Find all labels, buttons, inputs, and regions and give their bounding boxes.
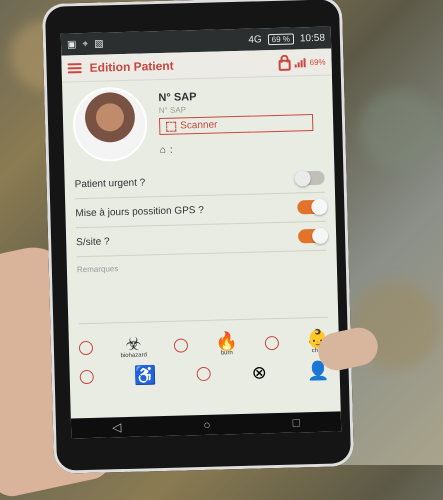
clock: 10:58 bbox=[299, 32, 326, 44]
page-title: Edition Patient bbox=[89, 58, 174, 75]
urgent-label: Patient urgent ? bbox=[74, 176, 146, 190]
background-blur bbox=[360, 90, 440, 170]
location-icon: ⌖ bbox=[82, 38, 89, 50]
sap-input[interactable]: N° SAP bbox=[159, 102, 313, 115]
content: N° SAP N° SAP Scanner ⌂ : Patient urgent… bbox=[62, 76, 340, 393]
hazard-icons-row: ☣ biohazard 🔥 burn 👶 child bbox=[78, 329, 330, 361]
signal-text: 4G bbox=[248, 33, 262, 46]
battery-indicator: 69 % bbox=[267, 33, 295, 45]
urgent-toggle[interactable] bbox=[294, 170, 325, 187]
appbar-right: 69% bbox=[278, 56, 326, 71]
cancel-radio[interactable] bbox=[196, 366, 212, 382]
lock-icon[interactable] bbox=[278, 59, 291, 71]
wheelchair-radio[interactable] bbox=[79, 369, 94, 385]
burn-label: burn bbox=[220, 350, 233, 357]
back-icon[interactable]: ◁ bbox=[112, 420, 122, 434]
home-value: : bbox=[169, 144, 173, 156]
notification-icon: ▣ bbox=[66, 38, 77, 50]
gps-label: Mise à jours possition GPS ? bbox=[75, 204, 204, 219]
scanner-label: Scanner bbox=[180, 119, 218, 132]
biohazard-icon: ☣ bbox=[125, 333, 142, 355]
gps-toggle[interactable] bbox=[297, 198, 328, 216]
remarks-input[interactable]: Remarques bbox=[76, 250, 329, 325]
scan-icon bbox=[166, 121, 177, 132]
wheelchair-icon[interactable]: ♿ bbox=[134, 365, 157, 386]
biohazard-option[interactable]: ☣ biohazard bbox=[120, 333, 147, 360]
toggle-knob bbox=[311, 227, 329, 245]
battery-small-text: 69% bbox=[309, 57, 326, 67]
burn-option[interactable]: 🔥 burn bbox=[215, 331, 238, 357]
patient-profile: N° SAP N° SAP Scanner ⌂ : bbox=[72, 82, 324, 163]
burn-radio[interactable] bbox=[173, 338, 189, 353]
more-icons-row: ♿ ⊗ 👤 bbox=[79, 361, 330, 387]
profile-fields: N° SAP N° SAP Scanner ⌂ : bbox=[158, 82, 314, 156]
fire-icon: 🔥 bbox=[215, 331, 238, 352]
site-label: S/site ? bbox=[76, 235, 110, 248]
biohazard-label: biohazard bbox=[120, 352, 147, 360]
avatar[interactable] bbox=[72, 86, 149, 163]
biohazard-radio[interactable] bbox=[78, 340, 94, 356]
signal-bars-icon bbox=[294, 57, 306, 67]
cancel-icon[interactable]: ⊗ bbox=[251, 362, 267, 382]
home-address-field[interactable]: ⌂ : bbox=[160, 141, 314, 156]
menu-icon[interactable] bbox=[67, 63, 82, 74]
home-nav-icon[interactable]: ○ bbox=[203, 418, 211, 432]
toggle-knob bbox=[294, 170, 311, 187]
phone-screen: ▣ ⌖ ▧ 4G 69 % 10:58 Edition Patient 69% … bbox=[60, 26, 342, 439]
status-right: 4G 69 % 10:58 bbox=[248, 32, 325, 45]
scanner-button[interactable]: Scanner bbox=[158, 114, 314, 136]
recent-apps-icon[interactable]: □ bbox=[292, 415, 300, 429]
image-icon: ▧ bbox=[93, 37, 104, 50]
toggle-knob bbox=[311, 198, 328, 216]
child-radio[interactable] bbox=[264, 335, 280, 351]
home-icon: ⌂ bbox=[159, 144, 167, 157]
site-toggle[interactable] bbox=[297, 227, 329, 245]
